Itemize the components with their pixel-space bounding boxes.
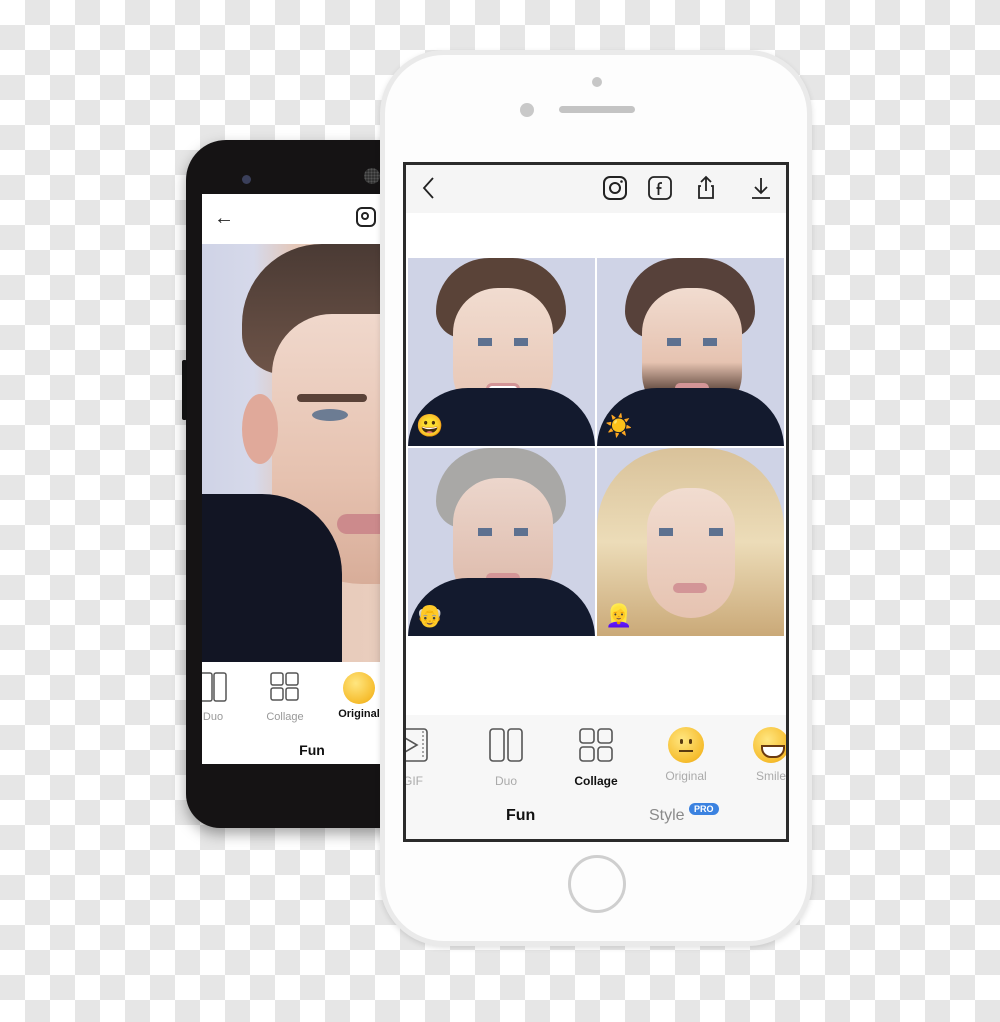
share-icon[interactable] <box>693 175 719 201</box>
photo-eye <box>312 409 348 421</box>
filter-label: Duo <box>202 711 224 723</box>
old-man-emoji-icon: 👴 <box>416 603 444 628</box>
photo-eyes <box>478 338 528 346</box>
power-button <box>182 360 187 420</box>
photo-eyes <box>478 528 528 536</box>
android-toolbar: Duo Collage Original Fun <box>202 662 410 764</box>
filter-collage[interactable]: Collage <box>561 727 631 788</box>
front-camera <box>520 103 534 117</box>
duo-icon <box>202 672 227 702</box>
filter-gif[interactable]: GIF <box>403 727 448 788</box>
neutral-face-emoji <box>343 672 375 704</box>
grinning-emoji-icon: 😀 <box>416 413 444 438</box>
original-photo <box>202 244 410 664</box>
photo-brow <box>297 394 367 402</box>
iphone-screen: 😀 ☀️ 👴 <box>403 162 789 842</box>
photo-sweater <box>202 494 342 664</box>
android-screen: ← Duo Collage Original Fun <box>202 194 410 764</box>
gif-icon <box>406 728 428 762</box>
filter-original[interactable]: Original <box>651 727 721 783</box>
filter-collage[interactable]: Collage <box>250 672 320 723</box>
photo-mouth <box>673 583 707 593</box>
filter-label: GIF <box>403 774 423 788</box>
iphone-toolbar: GIF Duo Collage Original Smile Fun Style… <box>406 715 786 839</box>
chevron-left-icon[interactable] <box>416 175 442 201</box>
blond-woman-emoji-icon: 👱‍♀️ <box>605 603 633 628</box>
smile-emoji <box>753 727 786 763</box>
home-button[interactable] <box>568 855 626 913</box>
photo-eyes <box>667 338 717 346</box>
collage-icon <box>579 728 613 762</box>
filter-smile[interactable]: Smile <box>736 727 786 783</box>
filter-label: Smile <box>755 769 786 783</box>
tab-fun[interactable]: Fun <box>282 742 342 758</box>
collage-cell-beard[interactable]: ☀️ <box>597 258 784 446</box>
filter-duo[interactable]: Duo <box>471 727 541 788</box>
iphone-header <box>406 165 786 213</box>
tab-style[interactable]: Style <box>649 807 685 825</box>
tab-fun[interactable]: Fun <box>506 807 535 825</box>
instagram-icon[interactable] <box>602 175 628 201</box>
pro-badge: PRO <box>689 803 719 815</box>
facebook-icon[interactable] <box>647 175 673 201</box>
iphone: 😀 ☀️ 👴 <box>380 50 812 946</box>
front-camera <box>242 175 251 184</box>
instagram-icon[interactable] <box>356 207 376 227</box>
collage-cell-old[interactable]: 👴 <box>408 448 595 636</box>
photo-ear <box>242 394 278 464</box>
neutral-face-emoji <box>668 727 704 763</box>
filter-label: Collage <box>574 774 618 788</box>
filter-label: Original <box>665 769 707 783</box>
filter-label: Collage <box>266 711 304 723</box>
filter-label: Duo <box>494 774 517 788</box>
collage-grid: 😀 ☀️ 👴 <box>408 258 784 636</box>
sun-emoji-icon: ☀️ <box>605 413 633 438</box>
proximity-sensor <box>592 77 602 87</box>
collage-cell-smile[interactable]: 😀 <box>408 258 595 446</box>
arrow-left-icon[interactable]: ← <box>214 206 238 230</box>
duo-icon <box>489 728 523 762</box>
download-icon[interactable] <box>748 175 774 201</box>
earpiece <box>559 106 635 113</box>
filter-duo[interactable]: Duo <box>202 672 248 723</box>
collage-cell-female[interactable]: 👱‍♀️ <box>597 448 784 636</box>
android-header: ← <box>202 194 410 244</box>
speaker-grille <box>364 168 380 184</box>
photo-face <box>647 488 735 618</box>
photo-eyes <box>659 528 723 536</box>
collage-icon <box>270 672 299 701</box>
